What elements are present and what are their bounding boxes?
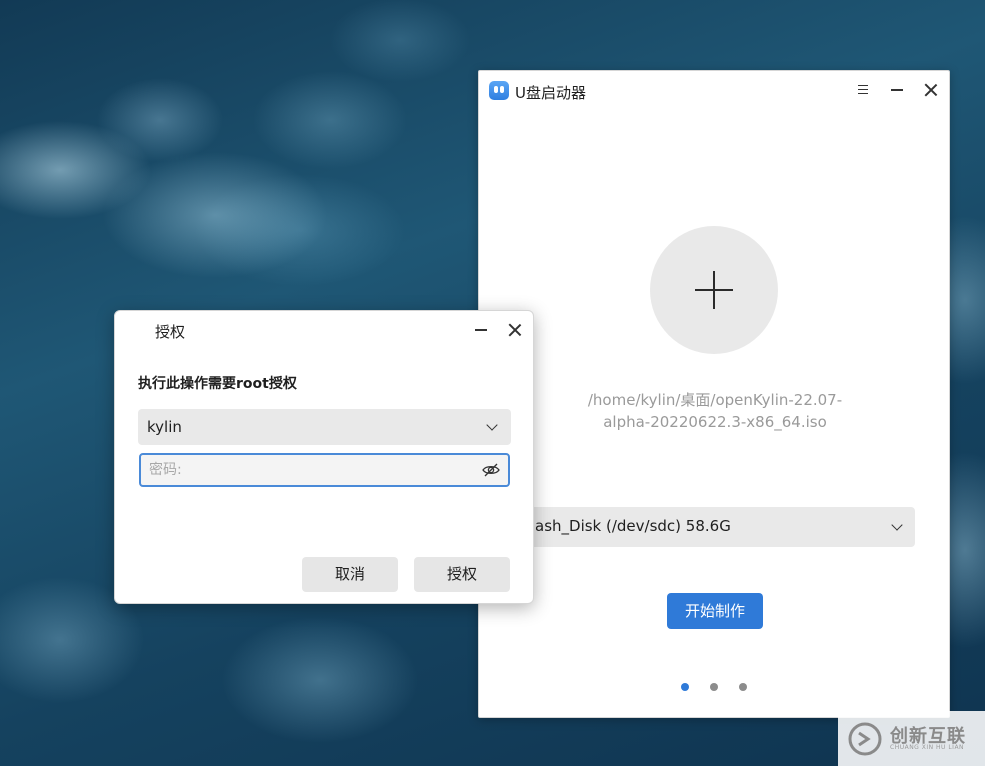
close-icon: [508, 323, 522, 337]
iso-path-line-1: /home/kylin/桌面/openKylin-22.07-: [587, 391, 843, 409]
dialog-title: 授权: [155, 323, 186, 341]
minimize-icon: [475, 329, 487, 331]
hamburger-menu-icon: [858, 85, 868, 94]
iso-path-line-2: alpha-20220622.3-x86_64.iso: [603, 413, 827, 431]
page-dot-2[interactable]: [710, 683, 718, 691]
start-button[interactable]: 开始制作: [667, 593, 763, 629]
auth-dialog: 授权 执行此操作需要root授权 kylin 取消 授权: [114, 310, 534, 604]
user-select-value: kylin: [147, 418, 182, 436]
user-select[interactable]: kylin: [138, 409, 511, 445]
chevron-down-icon: [486, 419, 498, 431]
minimize-icon: [891, 89, 903, 91]
window-title: U盘启动器: [515, 84, 586, 102]
cancel-button[interactable]: 取消: [302, 557, 398, 592]
close-button[interactable]: [919, 79, 943, 101]
minimize-button[interactable]: [885, 79, 909, 101]
watermark-logo-icon: [848, 722, 882, 756]
dialog-close-button[interactable]: [503, 319, 527, 341]
select-iso-button[interactable]: [650, 226, 778, 354]
usb-launcher-window: U盘启动器 /home/kylin/桌面/openKylin-22.07- al…: [478, 70, 950, 718]
close-icon: [924, 83, 938, 97]
authorize-button[interactable]: 授权: [414, 557, 510, 592]
chevron-down-icon: [891, 519, 903, 531]
password-input[interactable]: [141, 455, 471, 485]
page-dot-1[interactable]: [681, 683, 689, 691]
auth-prompt: 执行此操作需要root授权: [138, 376, 297, 392]
target-disk-value: ash_Disk (/dev/sdc) 58.6G: [535, 517, 731, 535]
iso-file-path: /home/kylin/桌面/openKylin-22.07- alpha-20…: [569, 389, 861, 433]
menu-button[interactable]: [851, 79, 875, 101]
watermark: 创新互联 CHUANG XIN HU LIAN: [838, 711, 985, 766]
usb-launcher-icon: [489, 81, 509, 100]
target-disk-select[interactable]: ash_Disk (/dev/sdc) 58.6G: [523, 507, 915, 547]
watermark-subtext: CHUANG XIN HU LIAN: [890, 744, 965, 751]
dialog-minimize-button[interactable]: [469, 319, 493, 341]
page-dot-3[interactable]: [739, 683, 747, 691]
eye-slash-icon[interactable]: [482, 462, 500, 478]
password-field-wrapper: [139, 453, 510, 487]
plus-icon: [712, 271, 715, 309]
